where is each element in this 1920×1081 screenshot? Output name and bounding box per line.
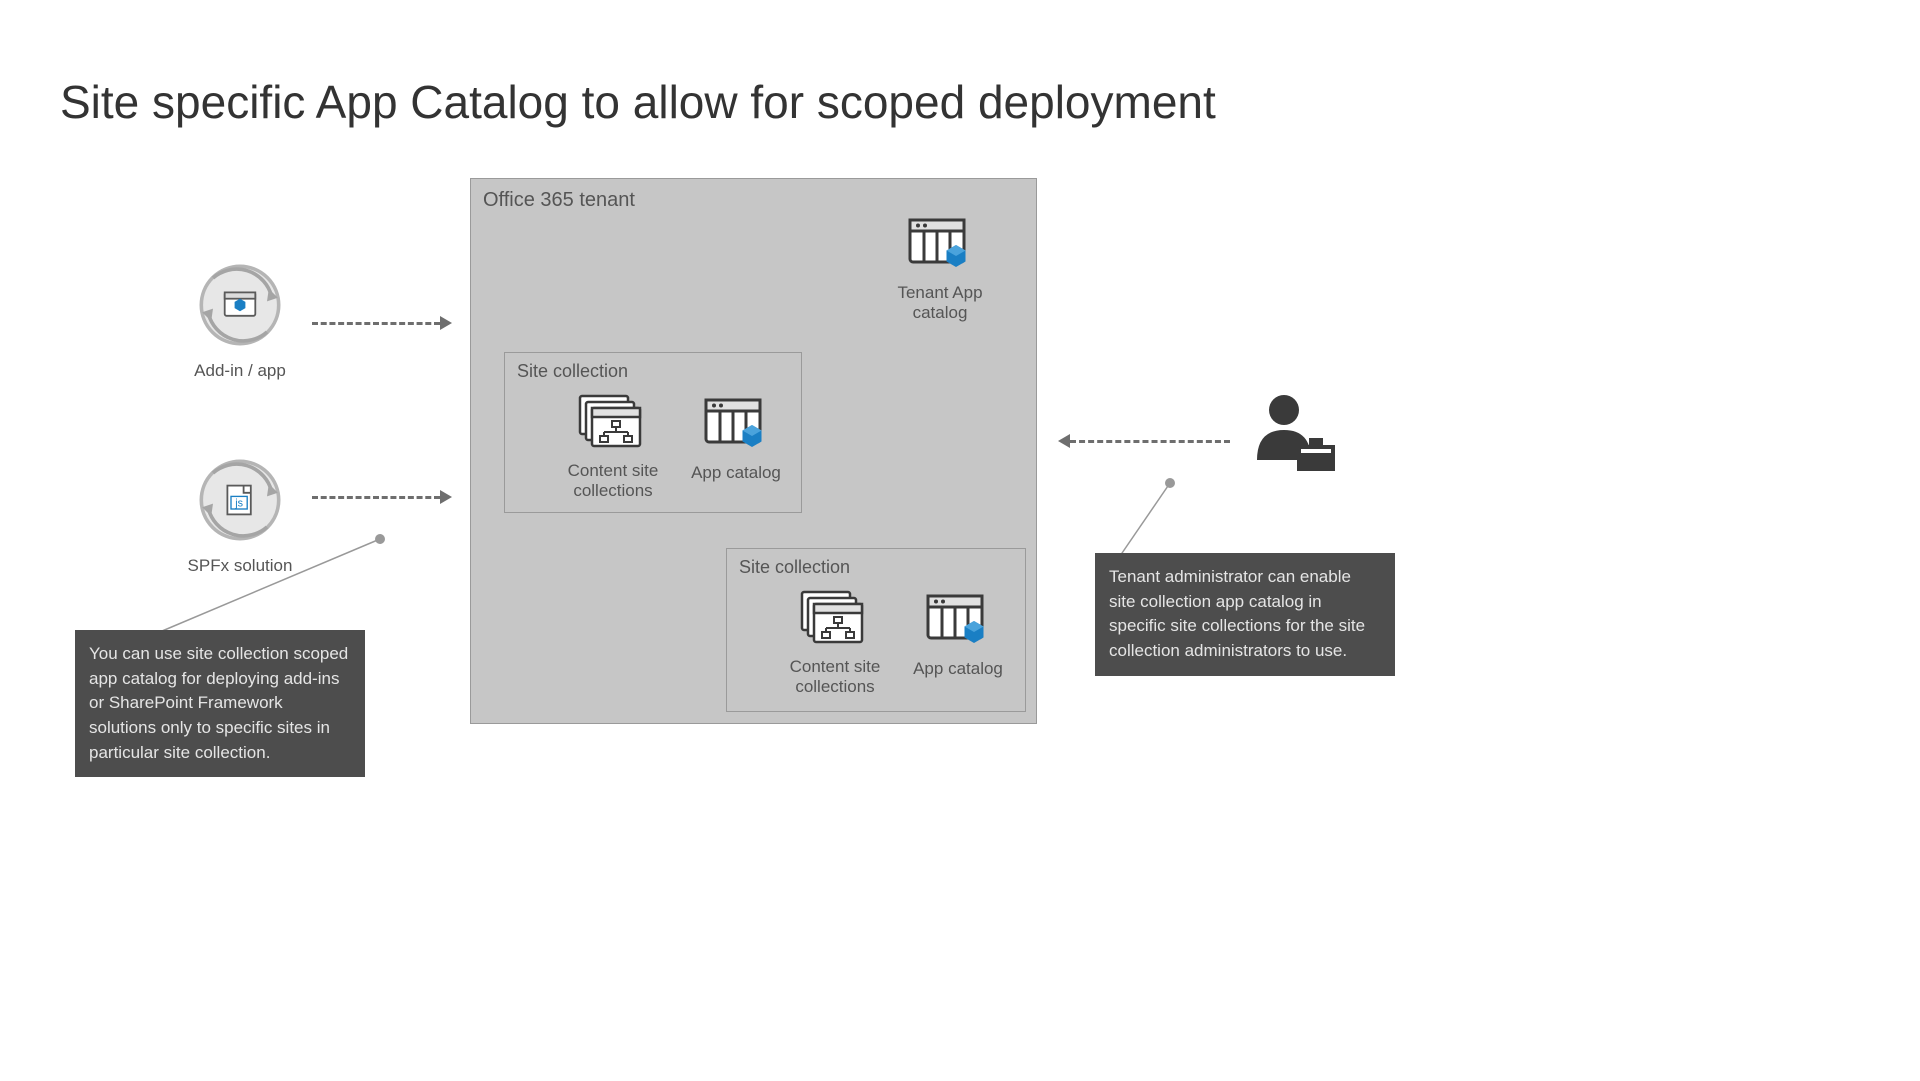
arrow-spfx-to-tenant xyxy=(312,496,440,499)
arrow-admin-to-tenant xyxy=(1070,440,1230,443)
app-catalog-icon xyxy=(926,594,990,648)
content-site-collections-block-1: Content site collections xyxy=(558,394,668,502)
callout-left: You can use site collection scoped app c… xyxy=(75,630,365,777)
callout-connector-left xyxy=(150,534,385,637)
app-catalog-label: App catalog xyxy=(686,463,786,483)
site-collection-label: Site collection xyxy=(517,361,628,382)
tenant-app-catalog-icon xyxy=(908,218,972,272)
content-site-collections-label: Content site collections xyxy=(558,461,668,502)
tenant-app-catalog-label: Tenant App catalog xyxy=(890,283,990,324)
app-catalog-icon xyxy=(704,398,768,452)
content-site-collections-icon xyxy=(578,394,648,450)
app-catalog-label: App catalog xyxy=(908,659,1008,679)
addin-label: Add-in / app xyxy=(180,361,300,381)
site-collection-label: Site collection xyxy=(739,557,850,578)
addin-cycle-icon xyxy=(195,260,285,350)
app-catalog-block-2: App catalog xyxy=(908,594,1008,679)
tenant-admin-icon xyxy=(1249,390,1339,476)
arrow-addin-to-tenant xyxy=(312,322,440,325)
addin-block: Add-in / app xyxy=(180,260,300,381)
spfx-cycle-icon: js xyxy=(195,455,285,545)
content-site-collections-icon xyxy=(800,590,870,646)
arrow-head-icon xyxy=(440,316,452,330)
app-catalog-block-1: App catalog xyxy=(686,398,786,483)
content-site-collections-label: Content site collections xyxy=(780,657,890,698)
page-title: Site specific App Catalog to allow for s… xyxy=(60,75,1216,129)
tenant-app-catalog-block: Tenant App catalog xyxy=(890,218,990,324)
callout-right: Tenant administrator can enable site col… xyxy=(1095,553,1395,676)
svg-text:js: js xyxy=(234,497,243,509)
tenant-admin-block xyxy=(1244,390,1344,481)
content-site-collections-block-2: Content site collections xyxy=(780,590,890,698)
arrow-head-icon xyxy=(440,490,452,504)
callout-connector-right xyxy=(1115,478,1175,558)
tenant-label: Office 365 tenant xyxy=(483,189,635,212)
arrow-head-icon xyxy=(1058,434,1070,448)
